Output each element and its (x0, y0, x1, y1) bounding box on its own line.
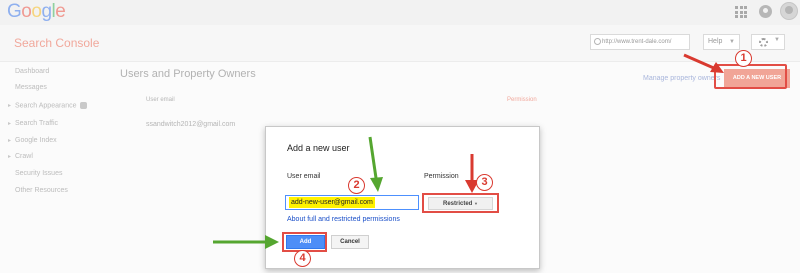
avatar[interactable] (780, 2, 798, 20)
property-url: http://www.trent-dale.com/ (602, 39, 672, 45)
step-marker-1: 1 (735, 50, 752, 67)
user-email-label: User email (287, 173, 321, 180)
annotation-highlight-box (714, 64, 787, 89)
sidebar-item-security-issues[interactable]: Security Issues (8, 170, 62, 177)
help-label: Help (708, 38, 723, 45)
globe-icon (594, 38, 601, 45)
manage-property-owners-link[interactable]: Manage property owners (643, 75, 720, 82)
column-header-user-email: User email (146, 97, 175, 103)
chevron-down-icon: ▼ (774, 37, 780, 43)
sidebar-item-label: Search Traffic (15, 120, 59, 127)
sidebar-item-label: Search Appearance (15, 102, 77, 110)
cancel-button[interactable]: Cancel (331, 235, 369, 249)
help-button[interactable]: Help ▼ (703, 34, 740, 50)
sidebar-item-crawl[interactable]: ▸ Crawl (8, 153, 33, 160)
expand-arrow-icon: ▸ (8, 154, 12, 160)
sidebar-item-label: Google Index (15, 137, 57, 144)
email-field-value[interactable]: add-new-user@gmail.com (289, 197, 375, 208)
sidebar-item-search-traffic[interactable]: ▸ Search Traffic (8, 120, 58, 127)
sidebar-item-label: Crawl (15, 153, 33, 160)
product-title[interactable]: Search Console (14, 36, 99, 50)
page-title: Users and Property Owners (120, 68, 256, 80)
annotation-highlight-box (282, 232, 327, 252)
dialog-title: Add a new user (287, 143, 350, 153)
logo-letter: g (41, 1, 52, 22)
logo-letter: o (31, 1, 42, 22)
permissions-help-link[interactable]: About full and restricted permissions (287, 216, 400, 223)
apps-icon[interactable] (735, 6, 747, 18)
sidebar-item-dashboard[interactable]: Dashboard (8, 68, 49, 75)
step-marker-2: 2 (348, 177, 365, 194)
step-marker-3: 3 (476, 174, 493, 191)
settings-button[interactable]: ▼ (751, 34, 785, 50)
chevron-down-icon: ▼ (729, 39, 735, 45)
expand-arrow-icon: ▸ (8, 121, 12, 127)
annotation-highlight-box (422, 193, 499, 213)
column-header-permission[interactable]: Permission (507, 97, 537, 103)
permission-label: Permission (424, 173, 459, 180)
sidebar-item-messages[interactable]: Messages (8, 84, 47, 91)
gear-icon (759, 38, 768, 47)
logo-letter: e (55, 1, 66, 22)
google-logo[interactable]: Google (7, 1, 66, 23)
expand-arrow-icon: ▸ (8, 138, 12, 144)
logo-letter: G (7, 1, 22, 22)
expand-arrow-icon: ▸ (8, 103, 12, 110)
sidebar-item-label: Other Resources (15, 187, 68, 194)
sidebar-item-search-appearance[interactable]: ▸ Search Appearance (8, 102, 87, 109)
top-bar: Google (0, 0, 800, 25)
notifications-icon[interactable] (759, 5, 772, 18)
table-row: ssandwitch2012@gmail.com (146, 121, 236, 128)
sidebar-item-google-index[interactable]: ▸ Google Index (8, 137, 57, 144)
sidebar-item-label: Security Issues (15, 170, 63, 177)
sidebar-item-label: Dashboard (15, 68, 50, 75)
info-icon[interactable] (79, 102, 87, 109)
sidebar-item-other-resources[interactable]: Other Resources (8, 187, 68, 194)
logo-letter: o (21, 1, 32, 22)
step-marker-4: 4 (294, 250, 311, 267)
property-selector[interactable]: http://www.trent-dale.com/ (590, 34, 690, 50)
sidebar-item-label: Messages (15, 84, 47, 91)
